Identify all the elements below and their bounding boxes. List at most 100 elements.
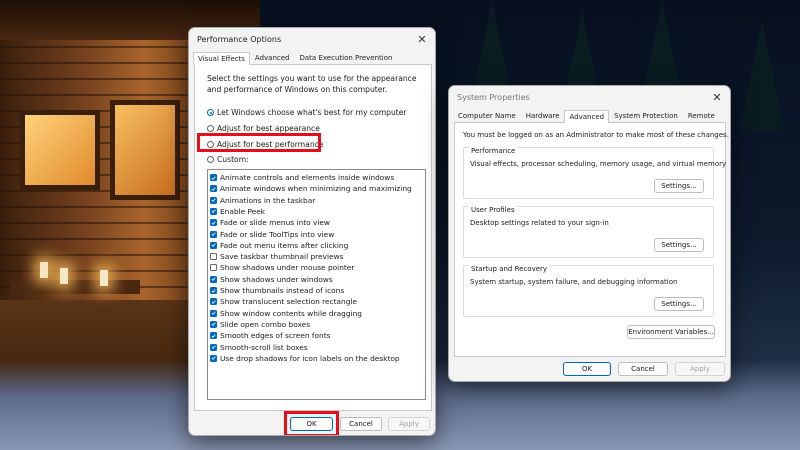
checkbox-label: Animations in the taskbar <box>220 195 316 205</box>
checkbox-label: Show thumbnails instead of icons <box>220 286 345 295</box>
performance-options-dialog: Performance Options ✕ Visual Effects Adv… <box>188 27 436 436</box>
tab-data-execution-prevention[interactable]: Data Execution Prevention <box>295 51 398 64</box>
checkmark-icon <box>211 300 216 304</box>
checkbox-unchecked[interactable] <box>210 253 217 261</box>
checkbox-checked[interactable] <box>210 354 217 362</box>
checkbox-item[interactable]: Save taskbar thumbnail previews <box>210 252 343 261</box>
checkbox-item[interactable]: Animate controls and elements inside win… <box>210 173 394 182</box>
checkbox-label: Show shadows under mouse pointer <box>220 263 355 273</box>
checkbox-label: Use drop shadows for icon labels on the … <box>220 353 400 363</box>
title-bar[interactable]: Performance Options ✕ <box>189 28 435 50</box>
checkbox-checked[interactable] <box>210 185 217 193</box>
checkbox-label: Slide open combo boxes <box>220 319 311 329</box>
admin-notice: You must be logged on as an Administrato… <box>463 131 729 139</box>
tab-advanced[interactable]: Advanced <box>564 110 610 123</box>
group-description: Visual effects, processor scheduling, me… <box>470 160 727 168</box>
environment-variables-button[interactable]: Environment Variables... <box>627 325 715 339</box>
checkbox-item[interactable]: Show thumbnails instead of icons <box>210 286 344 295</box>
radio-let-windows-choose[interactable]: Let Windows choose what's best for my co… <box>207 108 407 117</box>
checkbox-item[interactable]: Animations in the taskbar <box>210 196 315 205</box>
checkbox-item[interactable]: Smooth edges of screen fonts <box>210 331 331 340</box>
tab-remote[interactable]: Remote <box>683 109 720 122</box>
tab-hardware[interactable]: Hardware <box>521 109 565 122</box>
radio-custom[interactable]: Custom: <box>207 155 249 164</box>
apply-button[interactable]: Apply <box>675 362 725 376</box>
checkbox-item[interactable]: Show window contents while dragging <box>210 309 362 318</box>
apply-button[interactable]: Apply <box>388 417 430 431</box>
checkmark-icon <box>211 221 216 225</box>
close-icon[interactable]: ✕ <box>415 32 429 46</box>
checkbox-item[interactable]: Slide open combo boxes <box>210 320 310 329</box>
checkbox-checked[interactable] <box>210 343 217 351</box>
close-icon[interactable]: ✕ <box>710 90 724 104</box>
checkbox-checked[interactable] <box>210 219 217 227</box>
checkbox-item[interactable]: Show shadows under windows <box>210 275 333 284</box>
checkbox-checked[interactable] <box>210 207 217 215</box>
checkmark-icon <box>211 277 216 282</box>
checkbox-unchecked[interactable] <box>210 264 217 272</box>
checkbox-label: Smooth-scroll list boxes <box>220 342 308 352</box>
checkbox-label: Fade out menu items after clicking <box>220 240 349 250</box>
checkbox-checked[interactable] <box>210 241 217 249</box>
checkbox-label: Smooth edges of screen fonts <box>220 331 331 341</box>
checkmark-icon <box>211 311 216 315</box>
performance-group: Performance Visual effects, processor sc… <box>463 147 726 199</box>
radio-button[interactable] <box>207 109 214 116</box>
checkbox-checked[interactable] <box>210 174 217 181</box>
checkmark-icon <box>211 187 216 191</box>
advanced-panel: You must be logged on as an Administrato… <box>454 122 729 357</box>
checkbox-checked[interactable] <box>210 332 217 340</box>
cancel-button[interactable]: Cancel <box>618 362 668 376</box>
tab-visual-effects[interactable]: Visual Effects <box>193 52 250 65</box>
checkbox-item[interactable]: Animate windows when minimizing and maxi… <box>210 184 412 193</box>
dialog-title: Performance Options <box>197 34 282 44</box>
checkbox-checked[interactable] <box>210 287 217 294</box>
checkbox-checked[interactable] <box>210 196 217 204</box>
tab-computer-name[interactable]: Computer Name <box>453 109 521 122</box>
group-description: System startup, system failure, and debu… <box>470 278 678 286</box>
checkmark-icon <box>211 232 216 236</box>
checkmark-icon <box>211 345 216 349</box>
group-label: Performance <box>469 147 518 155</box>
radio-button[interactable] <box>207 156 214 163</box>
user-profiles-settings-button[interactable]: Settings... <box>654 238 704 252</box>
radio-best-appearance[interactable]: Adjust for best appearance <box>207 124 320 133</box>
checkbox-label: Show shadows under windows <box>220 274 333 284</box>
checkbox-item[interactable]: Fade out menu items after clicking <box>210 241 348 250</box>
highlight-ok-button <box>284 411 339 435</box>
checkmark-icon <box>211 288 216 293</box>
radio-label: Adjust for best appearance <box>217 124 320 133</box>
title-bar[interactable]: System Properties ✕ <box>449 86 730 108</box>
visual-effects-list[interactable]: Animate controls and elements inside win… <box>207 169 426 400</box>
user-profiles-group: User Profiles Desktop settings related t… <box>463 206 714 258</box>
checkbox-item[interactable]: Show shadows under mouse pointer <box>210 263 354 272</box>
checkmark-icon <box>211 243 216 248</box>
cancel-button[interactable]: Cancel <box>340 417 382 431</box>
radio-button[interactable] <box>207 125 214 132</box>
checkbox-item[interactable]: Fade or slide ToolTips into view <box>210 230 334 239</box>
tab-advanced[interactable]: Advanced <box>250 51 295 64</box>
checkbox-label: Animate controls and elements inside win… <box>220 173 395 182</box>
startup-recovery-group: Startup and Recovery System startup, sys… <box>463 265 714 317</box>
checkbox-item[interactable]: Smooth-scroll list boxes <box>210 343 308 352</box>
checkbox-checked[interactable] <box>210 298 217 306</box>
tab-system-protection[interactable]: System Protection <box>609 109 683 122</box>
checkbox-item[interactable]: Use drop shadows for icon labels on the … <box>210 354 400 363</box>
checkmark-icon <box>211 198 216 202</box>
checkbox-checked[interactable] <box>210 309 217 317</box>
checkbox-checked[interactable] <box>210 275 217 283</box>
ok-button[interactable]: OK <box>563 362 611 376</box>
checkbox-item[interactable]: Enable Peek <box>210 207 265 216</box>
checkbox-item[interactable]: Show translucent selection rectangle <box>210 297 357 306</box>
performance-settings-button[interactable]: Settings... <box>654 179 704 193</box>
startup-recovery-settings-button[interactable]: Settings... <box>654 297 704 311</box>
checkbox-checked[interactable] <box>210 230 217 238</box>
checkmark-icon <box>211 322 216 327</box>
checkmark-icon <box>211 209 216 214</box>
system-properties-dialog: System Properties ✕ Computer Name Hardwa… <box>448 85 731 382</box>
checkbox-label: Enable Peek <box>220 206 266 216</box>
checkbox-item[interactable]: Fade or slide menus into view <box>210 218 330 227</box>
checkbox-checked[interactable] <box>210 320 217 328</box>
tab-strip: Visual Effects Advanced Data Execution P… <box>189 50 435 65</box>
highlight-best-performance <box>197 133 321 152</box>
